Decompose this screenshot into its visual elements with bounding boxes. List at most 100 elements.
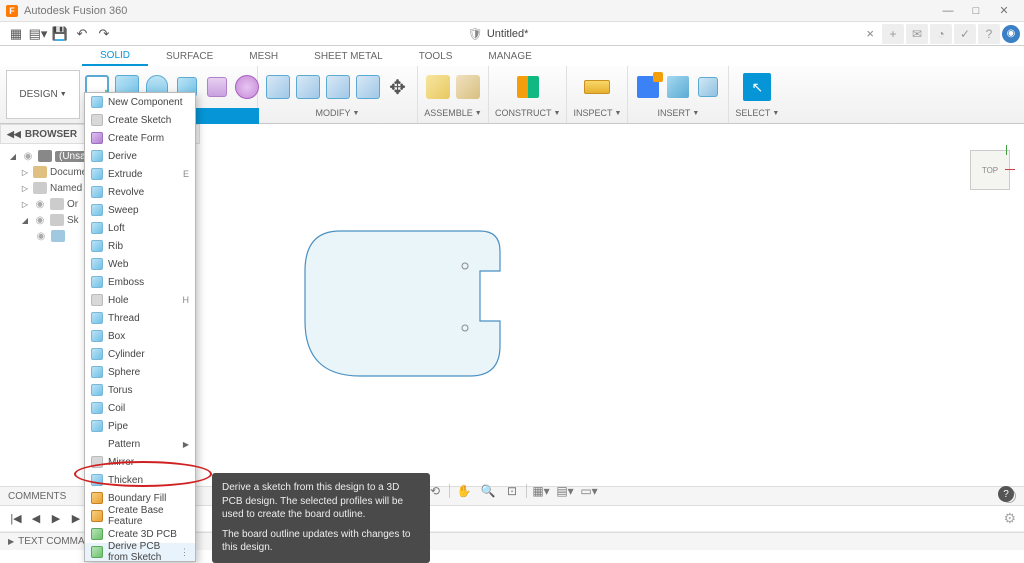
expand-icon[interactable]: ▷ [20, 168, 30, 177]
pan-button[interactable]: ✋ [454, 482, 474, 500]
pcb-icon [91, 528, 103, 540]
workspace-switcher[interactable]: DESIGN▼ [6, 70, 80, 119]
emboss-tool[interactable] [203, 73, 231, 101]
tab-mesh[interactable]: MESH [231, 46, 296, 66]
job-status-button[interactable]: ✓ [954, 24, 976, 44]
tab-tools[interactable]: TOOLS [401, 46, 471, 66]
grid-settings-button[interactable]: ▤▾ [555, 482, 575, 500]
viewcube[interactable]: TOP [970, 150, 1010, 190]
menu-sphere[interactable]: Sphere [85, 363, 195, 381]
assemble-group-label: ASSEMBLE [424, 108, 473, 118]
app-icon: F [6, 5, 18, 17]
menu-rib[interactable]: Rib [85, 237, 195, 255]
redo-button[interactable]: ↷ [94, 24, 114, 44]
menu-emboss[interactable]: Emboss [85, 273, 195, 291]
move-arrows-icon: ✥ [389, 75, 406, 100]
tooltip-text-1: Derive a sketch from this design to a 3D… [222, 481, 420, 522]
window-close-button[interactable]: ✕ [990, 4, 1018, 17]
menu-box[interactable]: Box [85, 327, 195, 345]
document-tab[interactable]: 🛡 Untitled* [468, 27, 529, 41]
display-settings-button[interactable]: ▦▾ [531, 482, 551, 500]
viewcube-face-label: TOP [982, 166, 998, 175]
tab-close-button[interactable]: × [866, 26, 874, 41]
menu-pattern[interactable]: Pattern▶ [85, 435, 195, 453]
file-menu-button[interactable]: ▤▾ [28, 24, 48, 44]
user-avatar[interactable]: ◉ [1002, 25, 1020, 43]
menu-web[interactable]: Web [85, 255, 195, 273]
menu-label: Sphere [108, 367, 140, 378]
combine-tool[interactable] [354, 73, 382, 101]
timeline-back-button[interactable]: ◀ [28, 511, 44, 527]
menu-torus[interactable]: Torus [85, 381, 195, 399]
data-panel-button[interactable]: ▦ [6, 24, 26, 44]
measure-tool[interactable] [583, 73, 611, 101]
insert-decal-tool[interactable] [664, 73, 692, 101]
visibility-icon[interactable]: ◉ [33, 199, 47, 210]
menu-label: Thread [108, 313, 140, 324]
menu-extrude[interactable]: ExtrudeE [85, 165, 195, 183]
window-minimize-button[interactable]: — [934, 5, 962, 17]
help-button[interactable]: ? [978, 24, 1000, 44]
visibility-icon[interactable]: ◉ [21, 151, 35, 162]
viewport-button[interactable]: ▭▾ [579, 482, 599, 500]
model-canvas[interactable]: TOP [200, 144, 1024, 486]
tab-surface[interactable]: SURFACE [148, 46, 231, 66]
extensions-button[interactable]: ◔ [930, 24, 952, 44]
sketch-icon [51, 230, 65, 242]
menu-derive-pcb-from-sketch[interactable]: Derive PCB from Sketch⋮ [85, 543, 195, 561]
construct-plane-tool[interactable] [514, 73, 542, 101]
menu-create-base-feature[interactable]: Create Base Feature [85, 507, 195, 525]
expand-icon[interactable]: ▷ [20, 184, 30, 193]
menu-hole[interactable]: HoleH [85, 291, 195, 309]
press-pull-tool[interactable] [264, 73, 292, 101]
tab-manage[interactable]: MANAGE [470, 46, 549, 66]
menu-derive[interactable]: Derive [85, 147, 195, 165]
expand-icon[interactable]: ▷ [20, 200, 30, 209]
expand-icon[interactable]: ◢ [8, 152, 18, 161]
menu-coil[interactable]: Coil [85, 399, 195, 417]
notifications-button[interactable]: ✉ [906, 24, 928, 44]
menu-thread[interactable]: Thread [85, 309, 195, 327]
joint-tool[interactable] [454, 73, 482, 101]
shell-tool[interactable] [324, 73, 352, 101]
menu-create-form[interactable]: Create Form [85, 129, 195, 147]
menu-cylinder[interactable]: Cylinder [85, 345, 195, 363]
context-help-button[interactable]: ? [998, 486, 1014, 502]
undo-button[interactable]: ↶ [72, 24, 92, 44]
menu-thicken[interactable]: Thicken [85, 471, 195, 489]
fillet-tool[interactable] [294, 73, 322, 101]
fit-button[interactable]: ⊡ [502, 482, 522, 500]
menu-loft[interactable]: Loft [85, 219, 195, 237]
tab-sheet-metal[interactable]: SHEET METAL [296, 46, 401, 66]
menu-pipe[interactable]: Pipe [85, 417, 195, 435]
ribbon-group-select: ↖ SELECT▼ [729, 66, 785, 123]
new-design-button[interactable]: + [882, 24, 904, 44]
create-form-tool[interactable] [233, 73, 261, 101]
timeline-play-button[interactable]: ▶ [48, 511, 64, 527]
settings-icon [33, 166, 47, 178]
menu-options-icon[interactable]: ⋮ [180, 547, 189, 558]
sketch-profile[interactable] [300, 226, 530, 386]
select-tool[interactable]: ↖ [743, 73, 771, 101]
timeline-settings-button[interactable]: ⚙ [1003, 510, 1016, 527]
menu-create-sketch[interactable]: Create Sketch [85, 111, 195, 129]
save-button[interactable]: 💾 [50, 24, 70, 44]
insert-mcmaster-tool[interactable] [694, 73, 722, 101]
window-maximize-button[interactable]: □ [962, 5, 990, 17]
expand-icon[interactable]: ◢ [20, 216, 30, 225]
zoom-button[interactable]: 🔍 [478, 482, 498, 500]
menu-revolve[interactable]: Revolve [85, 183, 195, 201]
insert-derive-tool[interactable] [634, 73, 662, 101]
new-component-tool[interactable] [424, 73, 452, 101]
timeline-start-button[interactable]: |◀ [8, 511, 24, 527]
tab-solid[interactable]: SOLID [82, 46, 148, 66]
component-icon [38, 150, 52, 162]
move-tool[interactable]: ✥ [384, 73, 412, 101]
visibility-icon[interactable]: ◉ [33, 215, 47, 226]
visibility-icon[interactable]: ◉ [34, 231, 48, 242]
menu-mirror[interactable]: Mirror [85, 453, 195, 471]
menu-new-component[interactable]: New Component [85, 93, 195, 111]
menu-sweep[interactable]: Sweep [85, 201, 195, 219]
thread-icon [91, 312, 103, 324]
timeline-forward-button[interactable]: ▶ [68, 511, 84, 527]
